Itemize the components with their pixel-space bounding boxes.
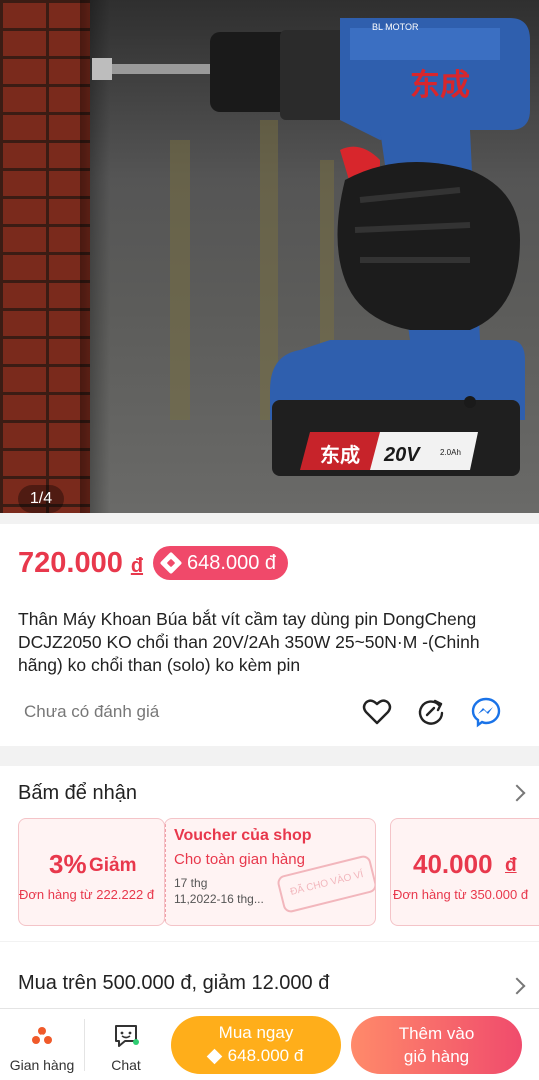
battery-voltage: 20V xyxy=(383,444,421,466)
voucher-amount: 40.000 xyxy=(413,849,493,879)
heart-icon[interactable] xyxy=(361,696,393,728)
buy-now-label: Mua ngay xyxy=(218,1023,294,1042)
battery-capacity: 2.0Ah xyxy=(440,448,461,457)
chevron-right-icon[interactable] xyxy=(508,784,526,802)
buy-now-button[interactable]: Mua ngay 648.000 đ xyxy=(171,1016,341,1074)
promo-price-badge[interactable]: 648.000 đ xyxy=(153,546,289,580)
chat-button[interactable]: Chat xyxy=(86,1009,166,1080)
image-counter: 1/4 xyxy=(18,485,64,513)
promo-text: Mua trên 500.000 đ, giảm 12.000 đ xyxy=(18,972,330,994)
store-label: Gian hàng xyxy=(9,1057,75,1073)
bottom-action-bar: Gian hàng Chat Mua ngay 648.000 đ Thêm v… xyxy=(0,1008,539,1080)
voucher-heading: Voucher của shop xyxy=(174,827,312,844)
price-section: 720.000 đ 648.000 đ Thân Máy Khoan Búa b… xyxy=(0,524,539,746)
add-to-cart-line2: giỏ hàng xyxy=(403,1047,470,1066)
voucher-section-title: Bấm để nhận xyxy=(18,782,137,804)
product-page: 东成 BL MOTOR 东成 20V 2.0Ah 1/4 720.000 đ 6… xyxy=(0,0,539,1080)
drill-image: 东成 BL MOTOR 东成 20V 2.0Ah xyxy=(92,18,530,476)
voucher-validity-2: 11,2022-16 thg... xyxy=(174,892,264,906)
drill-brand-text: 东成 xyxy=(410,68,470,103)
promo-price: 648.000 đ xyxy=(187,551,277,574)
messenger-icon[interactable] xyxy=(470,696,502,728)
motor-label: BL MOTOR xyxy=(372,22,419,32)
chat-label: Chat xyxy=(111,1057,141,1073)
voucher-condition: Đơn hàng từ 350.000 đ xyxy=(393,887,529,902)
voucher-amount: 3% xyxy=(49,849,87,879)
original-price: 720.000 xyxy=(18,546,123,579)
share-icon[interactable] xyxy=(415,696,447,728)
product-image-gallery[interactable]: 东成 BL MOTOR 东成 20V 2.0Ah 1/4 xyxy=(0,0,539,513)
voucher-shop[interactable]: Voucher của shop Cho toàn gian hàng 17 t… xyxy=(164,818,376,926)
add-to-cart-button[interactable]: Thêm vào giỏ hàng xyxy=(351,1016,522,1074)
voucher-unit: Giảm xyxy=(89,855,137,876)
price-row: 720.000 đ 648.000 đ xyxy=(18,546,289,580)
voucher-condition: Đơn hàng từ 222.222 đ xyxy=(19,887,155,902)
voucher-section: Bấm để nhận 3% Giảm Đơn hàng từ 222.222 … xyxy=(0,766,539,941)
chevron-right-icon[interactable] xyxy=(508,977,526,995)
svg-text:东成: 东成 xyxy=(320,443,360,467)
voucher-validity-1: 17 thg xyxy=(174,876,208,890)
voucher-amount-40000[interactable]: 40.000 đ Đơn hàng từ 350.000 đ xyxy=(390,818,539,926)
chat-icon xyxy=(115,1025,139,1047)
diamond-icon xyxy=(206,1048,222,1064)
voucher-percent[interactable]: 3% Giảm Đơn hàng từ 222.222 đ xyxy=(18,818,165,926)
store-icon xyxy=(32,1027,52,1044)
rating-text[interactable]: Chưa có đánh giá xyxy=(24,702,159,722)
add-to-cart-line1: Thêm vào xyxy=(398,1024,475,1043)
product-title: Thân Máy Khoan Búa bắt vít cầm tay dùng … xyxy=(18,609,480,675)
voucher-scope: Cho toàn gian hàng xyxy=(174,851,305,868)
promo-row[interactable]: Mua trên 500.000 đ, giảm 12.000 đ xyxy=(0,942,539,1008)
buy-now-price: 648.000 đ xyxy=(227,1046,304,1065)
voucher-unit: đ xyxy=(505,855,517,876)
diamond-icon xyxy=(159,551,183,575)
store-button[interactable]: Gian hàng xyxy=(0,1009,84,1080)
currency-symbol: đ xyxy=(130,554,144,577)
